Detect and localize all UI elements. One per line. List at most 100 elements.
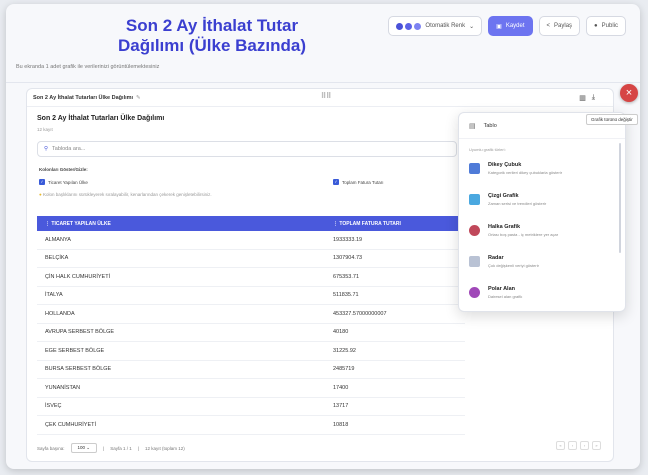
column-header-total-label: TOPLAM FATURA TUTARI bbox=[339, 220, 401, 227]
cell-total: 2485719 bbox=[333, 366, 355, 373]
table-row: İSVEÇ 13717 bbox=[37, 398, 465, 416]
cell-total: 453327.57000000007 bbox=[333, 310, 387, 317]
dropdown-current-label: Tablo bbox=[483, 122, 497, 129]
table-icon: ▤ bbox=[469, 122, 476, 130]
column-toggle-country-label: Ticaret Yapılan Ülke bbox=[48, 179, 88, 185]
table-row: YUNANİSTAN 17400 bbox=[37, 379, 465, 398]
divider bbox=[6, 82, 640, 83]
bar-chart-icon bbox=[469, 163, 480, 174]
option-desc: Dairesel alan grafik bbox=[488, 294, 523, 299]
column-header-country[interactable]: ⋮ TICARET YAPILAN ÜLKE bbox=[37, 221, 327, 227]
chart-option-polar[interactable]: Polar Alan Dairesel alan grafik bbox=[459, 280, 625, 311]
column-toggle-country[interactable]: ✓ Ticaret Yapılan Ülke bbox=[39, 179, 88, 185]
card-tabbar: Son 2 Ay İthalat Tutarları Ülke Dağılımı… bbox=[27, 89, 613, 107]
page-size-label: Sayfa başına: bbox=[37, 445, 65, 451]
checkbox-icon[interactable]: ✓ bbox=[39, 179, 45, 185]
page-title-line2: Dağılımı (Ülke Bazında) bbox=[118, 36, 306, 55]
cell-country: ALMANYA bbox=[45, 236, 71, 243]
column-header-country-label: TICARET YAPILAN ÜLKE bbox=[51, 220, 111, 227]
lightbulb-icon: ● bbox=[39, 192, 42, 197]
dropdown-note: Uyumlu grafik türleri: bbox=[469, 147, 506, 152]
cell-country: AVRUPA SERBEST BÖLGE bbox=[45, 329, 115, 336]
page-title-line1: Son 2 Ay İthalat Tutar bbox=[125, 16, 299, 35]
cell-total: 10818 bbox=[333, 421, 349, 428]
chart-option-radar[interactable]: Radar Çok değişkenli veriyi gösterir bbox=[459, 249, 625, 280]
table-hint: ● Kolon başlıklarını sürükleyerek sırala… bbox=[39, 192, 212, 197]
color-select[interactable]: Otomatik Renk ⌄ bbox=[388, 16, 483, 36]
cell-country: ÇİN HALK CUMHURİYETİ bbox=[45, 273, 111, 280]
save-button[interactable]: ▣ Kaydet bbox=[488, 16, 533, 36]
table-row: BURSA SERBEST BÖLGE 2485719 bbox=[37, 361, 465, 379]
cell-total: 511835.71 bbox=[333, 292, 359, 299]
column-toggle-total[interactable]: ✓ Toplam Fatura Tutarı bbox=[333, 179, 384, 185]
column-header-total[interactable]: ⋮ TOPLAM FATURA TUTARI bbox=[327, 221, 401, 227]
chart-option-bar[interactable]: Dikey Çubuk Kategorik verileri dikey çubu… bbox=[459, 156, 625, 187]
cell-total: 1307904.73 bbox=[333, 255, 363, 262]
share-button[interactable]: < Paylaş bbox=[538, 16, 581, 36]
color-select-label: Otomatik Renk bbox=[425, 23, 466, 29]
option-title: Polar Alan bbox=[488, 286, 515, 292]
next-page-icon[interactable]: › bbox=[580, 441, 589, 450]
save-icon: ▣ bbox=[496, 23, 502, 30]
chevron-down-icon: ⌄ bbox=[469, 23, 475, 30]
table-row: ÇEK CUMHURİYETİ 10818 bbox=[37, 416, 465, 435]
record-info: 12 kayıt (toplam 12) bbox=[144, 445, 185, 451]
last-page-icon[interactable]: » bbox=[592, 441, 601, 450]
table-row: HOLLANDA 453327.57000000007 bbox=[37, 305, 465, 324]
page-title: Son 2 Ay İthalat Tutar Dağılımı (Ülke Ba… bbox=[112, 16, 312, 56]
option-desc: Ortası boş pasta - iç metriklere yer aça… bbox=[488, 232, 559, 237]
chart-type-icon[interactable]: ▥ bbox=[579, 94, 586, 102]
option-title: Halka Grafik bbox=[488, 224, 521, 230]
close-icon[interactable]: × bbox=[620, 84, 638, 102]
public-button[interactable]: ● Public bbox=[586, 16, 626, 36]
record-count: 12 kayıt bbox=[37, 127, 53, 132]
footer-separator: | bbox=[103, 445, 105, 451]
edit-icon[interactable]: ✎ bbox=[136, 95, 141, 101]
table-search-input[interactable]: ⚲ Tabloda ara... bbox=[37, 141, 457, 157]
radar-chart-icon bbox=[469, 256, 480, 267]
footer-separator: | bbox=[137, 445, 139, 451]
table-row: ALMANYA 1933333.19 bbox=[37, 231, 465, 250]
cell-country: EGE SERBEST BÖLGE bbox=[45, 347, 105, 354]
save-label: Kaydet bbox=[505, 23, 525, 29]
card-toolbar: ▥ ⤓ bbox=[579, 94, 595, 102]
table-hint-text: Kolon başlıklarını sürükleyerek sıralaya… bbox=[42, 192, 212, 197]
table-footer: Sayfa başına: 100 ⌄ | Sayfa 1 / 1 | 12 k… bbox=[37, 443, 185, 453]
option-title: Çizgi Grafik bbox=[488, 193, 519, 199]
checkbox-icon[interactable]: ✓ bbox=[333, 179, 339, 185]
cell-country: ÇEK CUMHURİYETİ bbox=[45, 421, 97, 428]
table-row: AVRUPA SERBEST BÖLGE 40180 bbox=[37, 324, 465, 342]
dropdown-scrollbar[interactable] bbox=[619, 143, 621, 253]
cell-total: 40180 bbox=[333, 329, 349, 336]
chart-title: Son 2 Ay İthalat Tutarları Ülke Dağılımı bbox=[37, 115, 165, 122]
chart-option-line[interactable]: Çizgi Grafik Zaman serisi ve trendleri gö… bbox=[459, 187, 625, 218]
option-desc: Kategorik verileri dikey çubuklarla göst… bbox=[488, 170, 563, 175]
public-label: Public bbox=[601, 23, 618, 29]
drag-handle-icon[interactable]: ⠿⠿ bbox=[321, 92, 331, 100]
option-title: Dikey Çubuk bbox=[488, 162, 522, 168]
columns-toggle-label: Kolonları Göster/Gizle: bbox=[39, 167, 88, 172]
polar-chart-icon bbox=[469, 287, 480, 298]
prev-page-icon[interactable]: ‹ bbox=[568, 441, 577, 450]
cell-total: 675353.71 bbox=[333, 273, 359, 280]
column-toggle-total-label: Toplam Fatura Tutarı bbox=[342, 179, 384, 185]
share-icon: < bbox=[546, 23, 551, 29]
cell-country: BELÇİKA bbox=[45, 255, 69, 262]
top-actions: Otomatik Renk ⌄ ▣ Kaydet < Paylaş ● Publ… bbox=[388, 16, 626, 36]
table-row: ÇİN HALK CUMHURİYETİ 675353.71 bbox=[37, 268, 465, 287]
cell-total: 17400 bbox=[333, 384, 349, 391]
cell-country: BURSA SERBEST BÖLGE bbox=[45, 366, 112, 373]
table-header: ⋮ TICARET YAPILAN ÜLKE ⋮ TOPLAM FATURA T… bbox=[37, 216, 465, 231]
download-icon[interactable]: ⤓ bbox=[592, 94, 595, 102]
chart-option-donut[interactable]: Halka Grafik Ortası boş pasta - iç metrik… bbox=[459, 218, 625, 249]
search-icon: ⚲ bbox=[44, 146, 49, 152]
table-body: ALMANYA 1933333.19 BELÇİKA 1307904.73 ÇİN … bbox=[37, 231, 465, 435]
page-size-select[interactable]: 100 ⌄ bbox=[70, 443, 98, 453]
cell-country: YUNANİSTAN bbox=[45, 384, 81, 391]
page-subtitle: Bu ekranda 1 adet grafik ile verileriniz… bbox=[16, 64, 160, 70]
card-tab-label[interactable]: Son 2 Ay İthalat Tutarları Ülke Dağılımı bbox=[33, 95, 133, 101]
first-page-icon[interactable]: « bbox=[556, 441, 565, 450]
cell-total: 1933333.19 bbox=[333, 236, 363, 243]
page-size-value: 100 bbox=[77, 445, 86, 450]
cell-country: İSVEÇ bbox=[45, 403, 62, 410]
